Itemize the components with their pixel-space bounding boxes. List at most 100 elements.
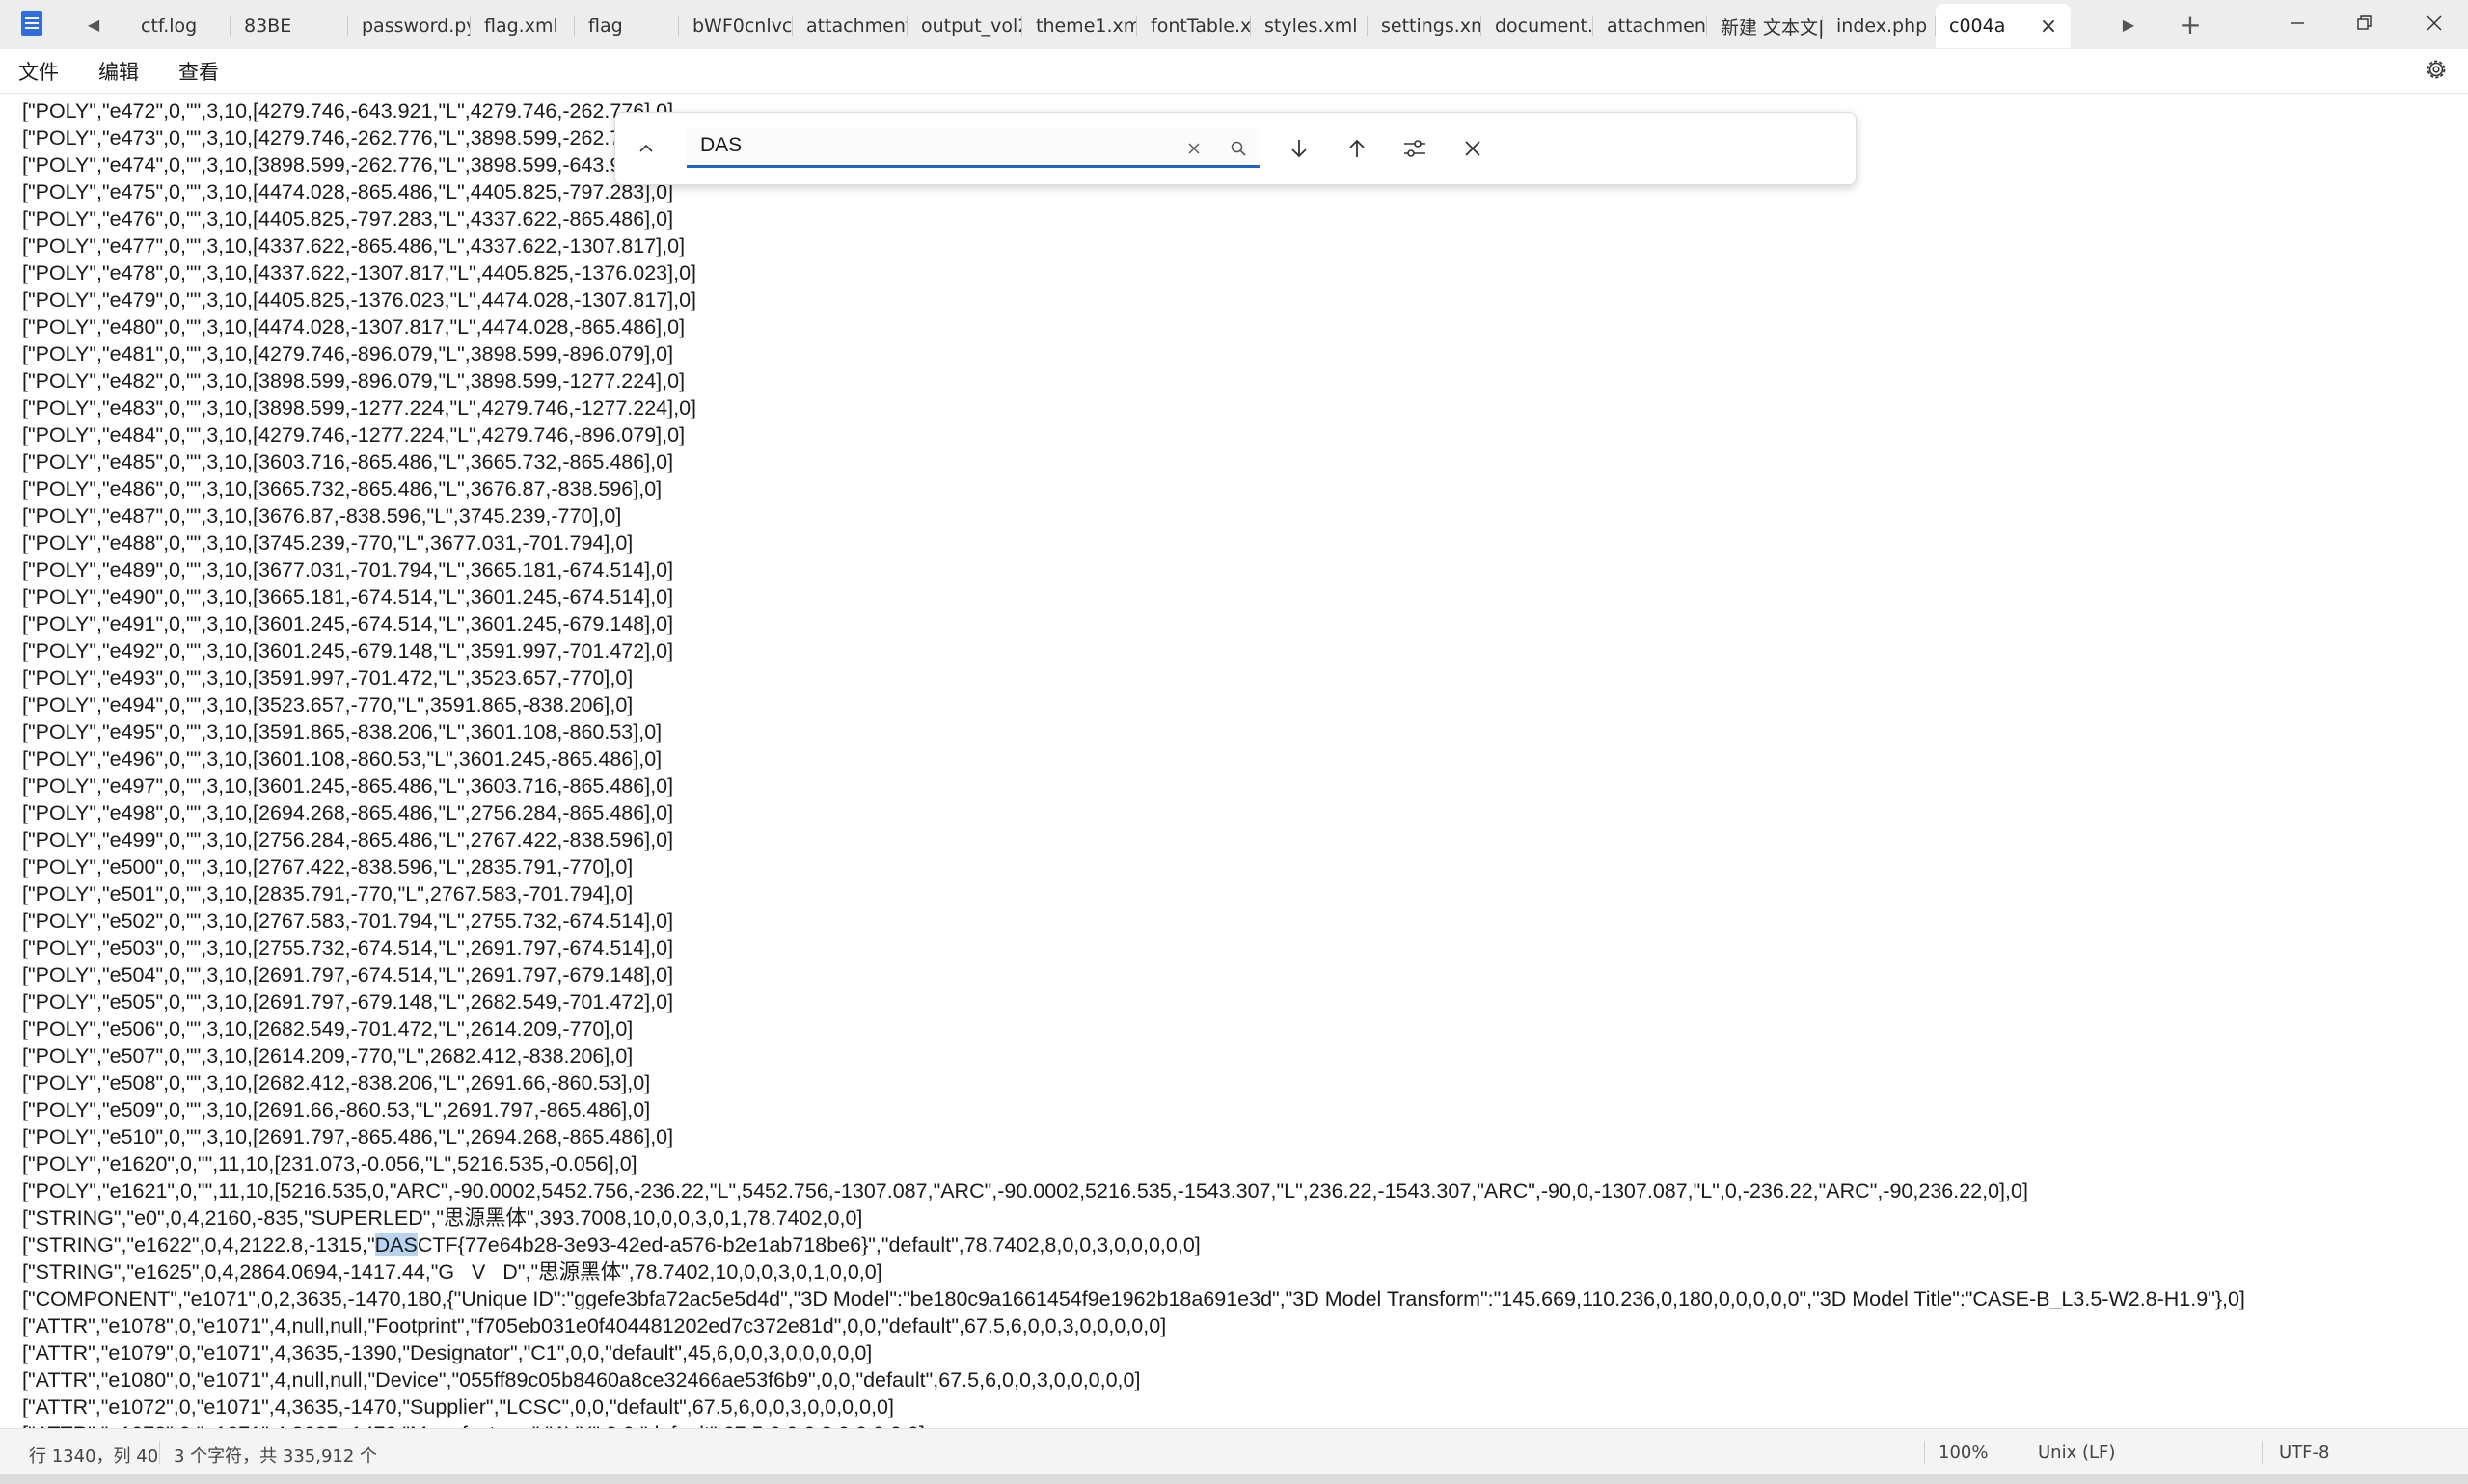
- editor-line: ["POLY","e510",0,"",3,10,[2691.797,-865.…: [22, 1125, 674, 1148]
- find-options-button[interactable]: [1396, 129, 1434, 168]
- editor-line: ["POLY","e487",0,"",3,10,[3676.87,-838.5…: [22, 504, 622, 527]
- text-editor[interactable]: ["POLY","e472",0,"",3,10,[4279.746,-643.…: [0, 94, 2457, 1428]
- tab-7[interactable]: output_vol2_: [908, 4, 1022, 48]
- tab-label: settings.xml: [1381, 15, 1481, 37]
- tab-label: index.php: [1836, 15, 1928, 37]
- close-icon: [1465, 141, 1480, 156]
- line-segment: CTF{77e64b28-3e93-42ed-a576-b2e1ab718be6…: [417, 1233, 1201, 1256]
- tab-3[interactable]: flag.xml: [471, 4, 575, 48]
- tab-label: document.xı: [1495, 15, 1593, 37]
- scroll-tabs-left-icon[interactable]: ◀: [81, 12, 106, 37]
- editor-line: ["POLY","e508",0,"",3,10,[2682.412,-838.…: [22, 1071, 651, 1094]
- tab-label: fontTable.xm: [1151, 15, 1251, 37]
- tab-10[interactable]: styles.xml: [1251, 4, 1368, 48]
- editor-line: ["POLY","e493",0,"",3,10,[3591.997,-701.…: [22, 666, 634, 689]
- tab-label: output_vol2_: [921, 15, 1022, 37]
- editor-line: ["POLY","e488",0,"",3,10,[3745.239,-770,…: [22, 531, 634, 554]
- tab-label: flag.xml: [484, 15, 558, 37]
- tab-5[interactable]: bWF0cnlvc2l: [679, 4, 793, 48]
- menu-edit[interactable]: 编辑: [98, 57, 139, 86]
- editor-line: ["STRING","e0",0,4,2160,-835,"SUPERLED",…: [22, 1206, 863, 1229]
- tab-12[interactable]: document.xı: [1481, 4, 1593, 48]
- menu-bar: 文件 编辑 查看: [0, 49, 2468, 94]
- tab-9[interactable]: fontTable.xm: [1137, 4, 1251, 48]
- cursor-position: 行 1340，列 40: [29, 1446, 159, 1467]
- tab-4[interactable]: flag: [575, 4, 679, 48]
- selection-count: 3 个字符，共 335,912 个: [174, 1446, 378, 1467]
- find-next-button[interactable]: [1280, 129, 1318, 168]
- menu-file[interactable]: 文件: [18, 57, 59, 86]
- tab-label: attachment.;: [806, 15, 908, 37]
- editor-line: ["POLY","e495",0,"",3,10,[3591.865,-838.…: [22, 720, 663, 743]
- status-bar: 行 1340，列 40 3 个字符，共 335,912 个 100% Unix …: [0, 1428, 2468, 1474]
- tab-0[interactable]: ctf.log: [127, 4, 231, 48]
- plus-icon[interactable]: +: [2178, 9, 2203, 40]
- editor-line: ["POLY","e499",0,"",3,10,[2756.284,-865.…: [22, 828, 674, 851]
- editor-line: ["POLY","e484",0,"",3,10,[4279.746,-1277…: [22, 423, 686, 446]
- search-icon: [1231, 141, 1246, 156]
- editor-line: ["POLY","e504",0,"",3,10,[2691.797,-674.…: [22, 963, 674, 986]
- tab-13[interactable]: attachment.(: [1593, 4, 1707, 48]
- find-input-underline: [687, 165, 1260, 168]
- find-previous-button[interactable]: [1338, 129, 1376, 168]
- line-segment: ["STRING","e1622",0,4,2122.8,-1315,": [22, 1233, 375, 1256]
- restore-button[interactable]: [2331, 0, 2399, 46]
- menu-view[interactable]: 查看: [178, 57, 219, 86]
- clear-find-button[interactable]: [1175, 129, 1213, 168]
- search-match-highlight: DAS: [374, 1233, 418, 1256]
- sliders-icon: [1404, 140, 1425, 157]
- tab-2[interactable]: password.py: [348, 4, 471, 48]
- status-divider: [2262, 1441, 2263, 1464]
- editor-line: ["POLY","e501",0,"",3,10,[2835.791,-770,…: [22, 882, 634, 905]
- editor-line: ["POLY","e492",0,"",3,10,[3601.245,-679.…: [22, 639, 674, 662]
- find-input[interactable]: [687, 128, 1260, 163]
- tab-11[interactable]: settings.xml: [1368, 4, 1481, 48]
- toggle-replace-button[interactable]: [627, 129, 665, 168]
- search-button[interactable]: [1219, 129, 1258, 168]
- clear-icon: [1188, 143, 1200, 154]
- encoding[interactable]: UTF-8: [2279, 1443, 2329, 1463]
- status-divider: [159, 1441, 160, 1464]
- editor-line: ["POLY","e1621",0,"",11,10,[5216.535,0,"…: [22, 1179, 2028, 1202]
- editor-line: ["POLY","e497",0,"",3,10,[3601.245,-865.…: [22, 774, 674, 797]
- close-icon: [2427, 15, 2442, 31]
- close-tab-icon[interactable]: ×: [2036, 13, 2061, 39]
- tab-1[interactable]: 83BE: [231, 4, 348, 48]
- minimize-button[interactable]: [2264, 0, 2331, 46]
- editor-line: ["POLY","e476",0,"",3,10,[4405.825,-797.…: [22, 207, 674, 230]
- find-bar: [614, 112, 1857, 185]
- editor-line: ["COMPONENT","e1071",0,2,3635,-1470,180,…: [22, 1287, 2245, 1310]
- editor-line: ["POLY","e485",0,"",3,10,[3603.716,-865.…: [22, 450, 674, 473]
- editor-line: ["POLY","e506",0,"",3,10,[2682.549,-701.…: [22, 1017, 634, 1040]
- close-find-button[interactable]: [1453, 129, 1492, 168]
- tab-label: attachment.(: [1607, 15, 1707, 37]
- tab-6[interactable]: attachment.;: [793, 4, 908, 48]
- close-window-button[interactable]: [2400, 0, 2468, 46]
- editor-line: ["POLY","e1620",0,"",11,10,[231.073,-0.0…: [22, 1152, 637, 1175]
- tab-15[interactable]: index.php: [1823, 4, 1936, 48]
- editor-line: ["ATTR","e1078",0,"e1071",4,null,null,"F…: [22, 1314, 1167, 1337]
- editor-lines: ["POLY","e472",0,"",3,10,[4279.746,-643.…: [22, 97, 2245, 1428]
- editor-line: ["POLY","e502",0,"",3,10,[2767.583,-701.…: [22, 909, 674, 932]
- arrow-down-icon: [1291, 140, 1307, 158]
- editor-line: ["POLY","e486",0,"",3,10,[3665.732,-865.…: [22, 477, 663, 500]
- tab-label: ctf.log: [141, 15, 198, 37]
- editor-line: ["POLY","e500",0,"",3,10,[2767.422,-838.…: [22, 855, 634, 878]
- editor-line: ["POLY","e489",0,"",3,10,[3677.031,-701.…: [22, 558, 674, 581]
- editor-line: ["POLY","e479",0,"",3,10,[4405.825,-1376…: [22, 288, 697, 311]
- editor-line: ["STRING","e1625",0,4,2864.0694,-1417.44…: [22, 1260, 882, 1283]
- chevron-up-icon: [639, 144, 653, 152]
- editor-line: ["POLY","e509",0,"",3,10,[2691.66,-860.5…: [22, 1098, 651, 1121]
- tab-label: flag: [588, 15, 623, 37]
- editor-line: ["ATTR","e1079",0,"e1071",4,3635,-1390,"…: [22, 1341, 873, 1364]
- gear-icon[interactable]: [2423, 56, 2450, 83]
- tab-14[interactable]: 新建 文本文|: [1707, 4, 1823, 48]
- editor-line: ["ATTR","e1080",0,"e1071",4,null,null,"D…: [22, 1368, 1141, 1391]
- tab-label: styles.xml: [1264, 15, 1358, 37]
- editor-line: ["POLY","e496",0,"",3,10,[3601.108,-860.…: [22, 747, 663, 770]
- tab-8[interactable]: theme1.xml: [1022, 4, 1137, 48]
- scroll-tabs-right-icon[interactable]: ▶: [2116, 12, 2141, 37]
- line-ending[interactable]: Unix (LF): [2038, 1443, 2115, 1463]
- zoom-level[interactable]: 100%: [1939, 1443, 1988, 1463]
- tab-16[interactable]: c004a ×: [1936, 4, 2071, 48]
